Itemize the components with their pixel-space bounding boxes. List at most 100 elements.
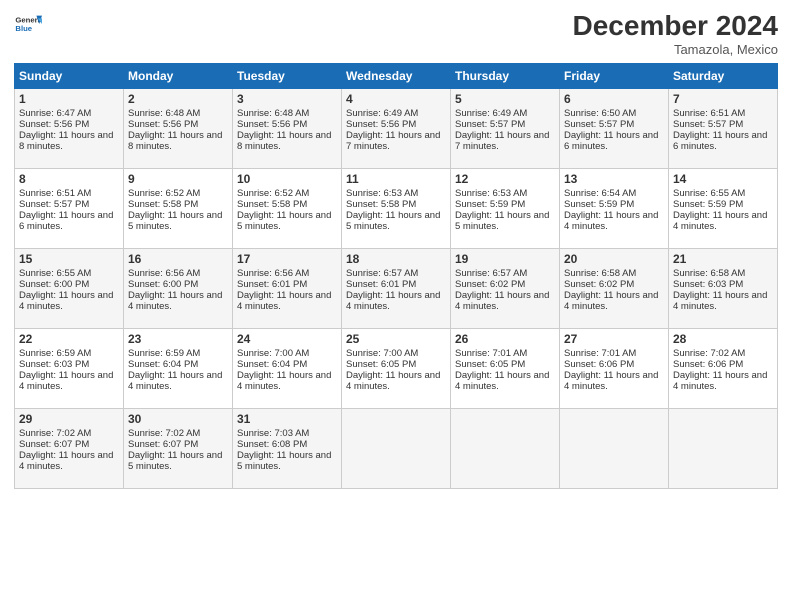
day-number: 29 [19, 412, 119, 426]
calendar-cell: 3 Sunrise: 6:48 AM Sunset: 5:56 PM Dayli… [233, 89, 342, 169]
header-thursday: Thursday [451, 64, 560, 89]
daylight: Daylight: 11 hours and 4 minutes. [346, 370, 440, 392]
calendar-cell: 23 Sunrise: 6:59 AM Sunset: 6:04 PM Dayl… [124, 329, 233, 409]
week-row-1: 1 Sunrise: 6:47 AM Sunset: 5:56 PM Dayli… [15, 89, 778, 169]
daylight: Daylight: 11 hours and 6 minutes. [19, 210, 113, 232]
daylight: Daylight: 11 hours and 4 minutes. [564, 370, 658, 392]
calendar-cell: 27 Sunrise: 7:01 AM Sunset: 6:06 PM Dayl… [560, 329, 669, 409]
calendar-cell: 10 Sunrise: 6:52 AM Sunset: 5:58 PM Dayl… [233, 169, 342, 249]
sunrise: Sunrise: 6:53 AM [455, 188, 527, 199]
sunset: Sunset: 6:05 PM [346, 359, 416, 370]
calendar-cell [342, 409, 451, 489]
sunrise: Sunrise: 6:55 AM [673, 188, 745, 199]
calendar-table: SundayMondayTuesdayWednesdayThursdayFrid… [14, 63, 778, 489]
day-number: 11 [346, 172, 446, 186]
calendar-cell: 22 Sunrise: 6:59 AM Sunset: 6:03 PM Dayl… [15, 329, 124, 409]
daylight: Daylight: 11 hours and 4 minutes. [455, 290, 549, 312]
week-row-4: 22 Sunrise: 6:59 AM Sunset: 6:03 PM Dayl… [15, 329, 778, 409]
sunset: Sunset: 5:58 PM [128, 199, 198, 210]
day-number: 30 [128, 412, 228, 426]
calendar-cell: 26 Sunrise: 7:01 AM Sunset: 6:05 PM Dayl… [451, 329, 560, 409]
daylight: Daylight: 11 hours and 8 minutes. [19, 130, 113, 152]
header-monday: Monday [124, 64, 233, 89]
day-number: 9 [128, 172, 228, 186]
sunset: Sunset: 5:57 PM [19, 199, 89, 210]
sunset: Sunset: 6:06 PM [673, 359, 743, 370]
month-title: December 2024 [573, 10, 778, 42]
day-number: 22 [19, 332, 119, 346]
daylight: Daylight: 11 hours and 4 minutes. [19, 450, 113, 472]
day-number: 2 [128, 92, 228, 106]
sunrise: Sunrise: 7:02 AM [19, 428, 91, 439]
day-number: 25 [346, 332, 446, 346]
daylight: Daylight: 11 hours and 4 minutes. [128, 290, 222, 312]
sunset: Sunset: 5:56 PM [19, 119, 89, 130]
calendar-cell: 13 Sunrise: 6:54 AM Sunset: 5:59 PM Dayl… [560, 169, 669, 249]
sunset: Sunset: 5:56 PM [128, 119, 198, 130]
header-tuesday: Tuesday [233, 64, 342, 89]
sunset: Sunset: 6:04 PM [128, 359, 198, 370]
sunrise: Sunrise: 6:58 AM [673, 268, 745, 279]
calendar-cell: 19 Sunrise: 6:57 AM Sunset: 6:02 PM Dayl… [451, 249, 560, 329]
sunset: Sunset: 5:59 PM [564, 199, 634, 210]
calendar-cell [560, 409, 669, 489]
sunrise: Sunrise: 6:50 AM [564, 108, 636, 119]
day-number: 28 [673, 332, 773, 346]
header-friday: Friday [560, 64, 669, 89]
sunrise: Sunrise: 6:57 AM [455, 268, 527, 279]
sunrise: Sunrise: 6:59 AM [128, 348, 200, 359]
daylight: Daylight: 11 hours and 4 minutes. [128, 370, 222, 392]
sunrise: Sunrise: 6:52 AM [237, 188, 309, 199]
calendar-cell: 28 Sunrise: 7:02 AM Sunset: 6:06 PM Dayl… [669, 329, 778, 409]
sunrise: Sunrise: 6:47 AM [19, 108, 91, 119]
calendar-cell: 9 Sunrise: 6:52 AM Sunset: 5:58 PM Dayli… [124, 169, 233, 249]
calendar-cell [669, 409, 778, 489]
sunset: Sunset: 6:06 PM [564, 359, 634, 370]
sunrise: Sunrise: 6:59 AM [19, 348, 91, 359]
daylight: Daylight: 11 hours and 6 minutes. [564, 130, 658, 152]
week-row-3: 15 Sunrise: 6:55 AM Sunset: 6:00 PM Dayl… [15, 249, 778, 329]
location: Tamazola, Mexico [573, 42, 778, 57]
sunset: Sunset: 6:05 PM [455, 359, 525, 370]
sunrise: Sunrise: 7:00 AM [237, 348, 309, 359]
sunset: Sunset: 5:56 PM [346, 119, 416, 130]
sunset: Sunset: 6:00 PM [19, 279, 89, 290]
sunset: Sunset: 6:04 PM [237, 359, 307, 370]
sunrise: Sunrise: 6:56 AM [128, 268, 200, 279]
day-number: 21 [673, 252, 773, 266]
sunrise: Sunrise: 6:48 AM [128, 108, 200, 119]
day-number: 5 [455, 92, 555, 106]
day-number: 24 [237, 332, 337, 346]
daylight: Daylight: 11 hours and 4 minutes. [455, 370, 549, 392]
daylight: Daylight: 11 hours and 4 minutes. [19, 290, 113, 312]
sunset: Sunset: 6:08 PM [237, 439, 307, 450]
calendar-cell: 1 Sunrise: 6:47 AM Sunset: 5:56 PM Dayli… [15, 89, 124, 169]
daylight: Daylight: 11 hours and 4 minutes. [19, 370, 113, 392]
week-row-2: 8 Sunrise: 6:51 AM Sunset: 5:57 PM Dayli… [15, 169, 778, 249]
sunset: Sunset: 6:00 PM [128, 279, 198, 290]
sunset: Sunset: 6:01 PM [237, 279, 307, 290]
sunset: Sunset: 5:58 PM [237, 199, 307, 210]
daylight: Daylight: 11 hours and 4 minutes. [237, 290, 331, 312]
sunset: Sunset: 5:59 PM [673, 199, 743, 210]
day-number: 12 [455, 172, 555, 186]
day-number: 19 [455, 252, 555, 266]
calendar-cell: 21 Sunrise: 6:58 AM Sunset: 6:03 PM Dayl… [669, 249, 778, 329]
calendar-cell: 25 Sunrise: 7:00 AM Sunset: 6:05 PM Dayl… [342, 329, 451, 409]
calendar-cell: 18 Sunrise: 6:57 AM Sunset: 6:01 PM Dayl… [342, 249, 451, 329]
logo-icon: General Blue [14, 10, 42, 38]
calendar-cell: 4 Sunrise: 6:49 AM Sunset: 5:56 PM Dayli… [342, 89, 451, 169]
calendar-cell: 6 Sunrise: 6:50 AM Sunset: 5:57 PM Dayli… [560, 89, 669, 169]
day-number: 4 [346, 92, 446, 106]
sunset: Sunset: 6:07 PM [19, 439, 89, 450]
sunrise: Sunrise: 6:55 AM [19, 268, 91, 279]
daylight: Daylight: 11 hours and 4 minutes. [564, 210, 658, 232]
sunrise: Sunrise: 6:57 AM [346, 268, 418, 279]
calendar-cell: 17 Sunrise: 6:56 AM Sunset: 6:01 PM Dayl… [233, 249, 342, 329]
daylight: Daylight: 11 hours and 5 minutes. [237, 210, 331, 232]
sunset: Sunset: 5:59 PM [455, 199, 525, 210]
daylight: Daylight: 11 hours and 4 minutes. [564, 290, 658, 312]
daylight: Daylight: 11 hours and 5 minutes. [455, 210, 549, 232]
calendar-cell: 31 Sunrise: 7:03 AM Sunset: 6:08 PM Dayl… [233, 409, 342, 489]
sunrise: Sunrise: 6:49 AM [346, 108, 418, 119]
